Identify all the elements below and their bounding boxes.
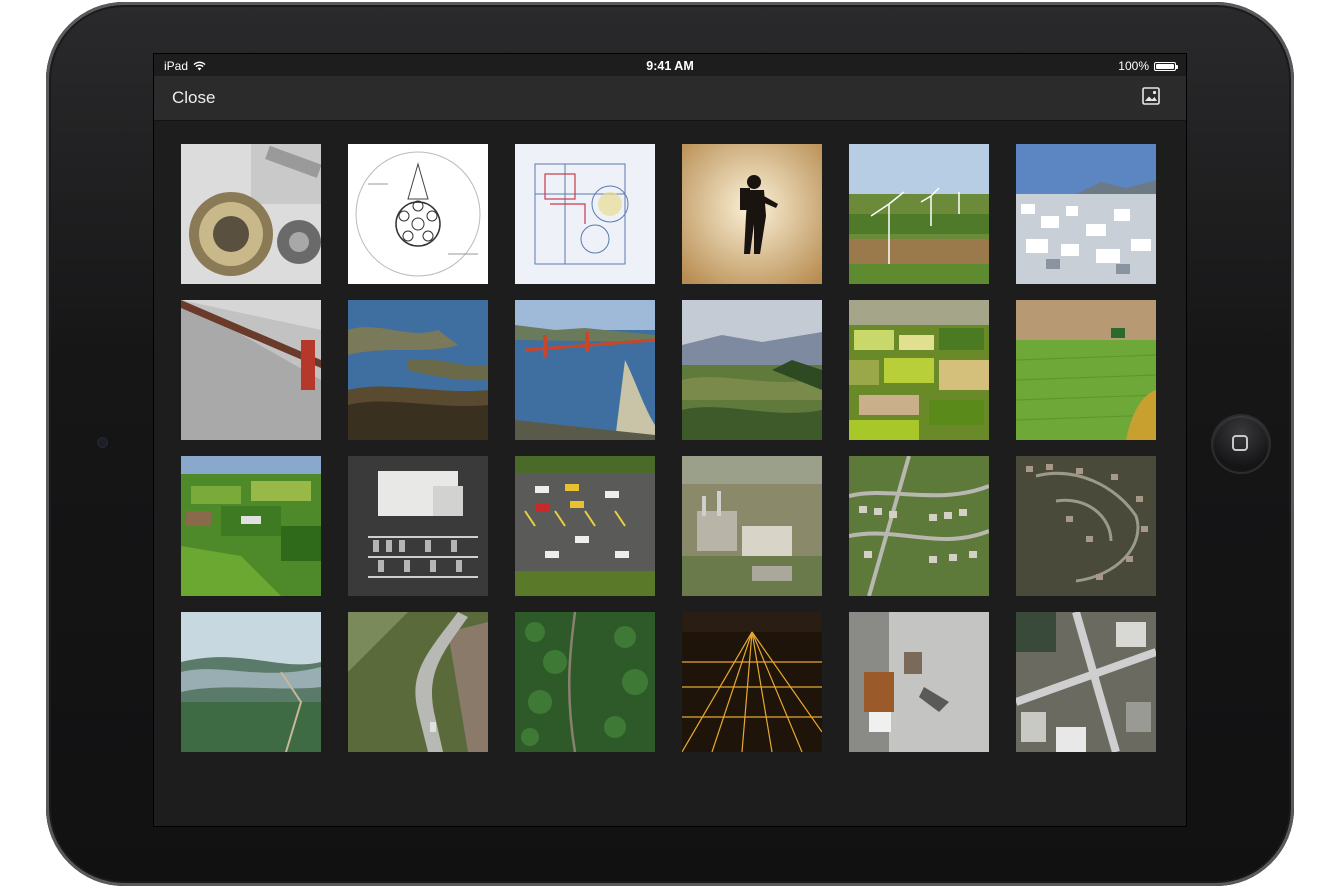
thumb-mountain-road[interactable] xyxy=(348,612,488,752)
thumb-mountain-road-image xyxy=(348,612,488,752)
thumb-hills-valley-image xyxy=(682,300,822,440)
thumb-city-night-lights[interactable] xyxy=(682,612,822,752)
status-bar: iPad 9:41 AM 100% xyxy=(154,54,1186,76)
thumb-industrial-plant[interactable] xyxy=(682,456,822,596)
thumb-industrial-plant-image xyxy=(682,456,822,596)
status-right: 100% xyxy=(1118,59,1178,73)
thumb-engine-blueprint[interactable] xyxy=(515,144,655,284)
thumb-misty-forest-image xyxy=(181,612,321,752)
home-square-icon xyxy=(1232,435,1248,451)
thumb-city-hillside[interactable] xyxy=(1016,144,1156,284)
screen: iPad 9:41 AM 100% Close xyxy=(154,54,1186,826)
thumb-engine-blueprint-image xyxy=(515,144,655,284)
thumb-city-intersection[interactable] xyxy=(1016,612,1156,752)
thumb-city-intersection-image xyxy=(1016,612,1156,752)
close-button[interactable]: Close xyxy=(172,88,215,108)
thumb-wind-turbines[interactable] xyxy=(849,144,989,284)
thumb-building-parking-lot-image xyxy=(348,456,488,596)
clock: 9:41 AM xyxy=(646,59,694,73)
thumb-bay-aerial-image xyxy=(348,300,488,440)
thumb-farm-fields-image xyxy=(849,300,989,440)
thumb-forest-path[interactable] xyxy=(515,612,655,752)
battery-percent: 100% xyxy=(1118,59,1149,73)
thumb-hills-valley[interactable] xyxy=(682,300,822,440)
thumb-bridge-aerial-image xyxy=(181,300,321,440)
thumb-gears-image xyxy=(181,144,321,284)
thumb-forest-path-image xyxy=(515,612,655,752)
thumb-wind-turbines-image xyxy=(849,144,989,284)
thumb-astronaut-silhouette[interactable] xyxy=(682,144,822,284)
thumb-farm-fields[interactable] xyxy=(849,300,989,440)
thumb-bay-aerial[interactable] xyxy=(348,300,488,440)
thumb-misty-forest[interactable] xyxy=(181,612,321,752)
thumb-suburb-dense-image xyxy=(1016,456,1156,596)
thumb-green-field-tractor-image xyxy=(1016,300,1156,440)
thumb-building-parking-lot[interactable] xyxy=(348,456,488,596)
image-icon[interactable] xyxy=(1142,87,1160,105)
thumb-city-night-lights-image xyxy=(682,612,822,752)
thumb-highway-traffic-image xyxy=(515,456,655,596)
front-camera xyxy=(97,437,108,448)
thumb-technical-drawing-image xyxy=(348,144,488,284)
home-button[interactable] xyxy=(1213,416,1269,472)
thumb-technical-drawing[interactable] xyxy=(348,144,488,284)
thumb-golden-gate-bridge-image xyxy=(515,300,655,440)
thumb-city-hillside-image xyxy=(1016,144,1156,284)
thumb-astronaut-silhouette-image xyxy=(682,144,822,284)
thumb-bridge-aerial[interactable] xyxy=(181,300,321,440)
thumb-golden-gate-bridge[interactable] xyxy=(515,300,655,440)
nav-bar: Close xyxy=(154,76,1186,121)
thumb-suburb-dense[interactable] xyxy=(1016,456,1156,596)
thumb-highway-traffic[interactable] xyxy=(515,456,655,596)
thumb-gears[interactable] xyxy=(181,144,321,284)
thumb-rooftop-terrace-image xyxy=(849,612,989,752)
thumb-farmland-aerial-image xyxy=(181,456,321,596)
thumb-green-field-tractor[interactable] xyxy=(1016,300,1156,440)
thumb-suburb-houses[interactable] xyxy=(849,456,989,596)
thumb-rooftop-terrace[interactable] xyxy=(849,612,989,752)
battery-fill xyxy=(1156,63,1174,69)
thumb-farmland-aerial[interactable] xyxy=(181,456,321,596)
thumb-suburb-houses-image xyxy=(849,456,989,596)
battery-icon xyxy=(1154,61,1178,71)
